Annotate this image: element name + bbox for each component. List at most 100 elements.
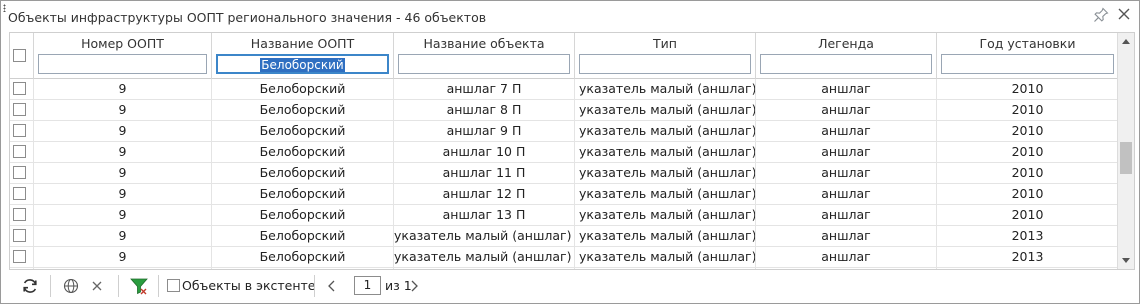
row-select-cell — [10, 205, 34, 226]
row-checkbox[interactable] — [13, 250, 26, 263]
row-checkbox[interactable] — [13, 82, 26, 95]
cell-name: Белоборский — [212, 205, 394, 226]
cell-type: указатель малый (аншлаг) ... — [575, 163, 756, 184]
row-select-cell — [10, 79, 34, 100]
row-checkbox[interactable] — [13, 229, 26, 242]
table-row[interactable]: 9 Белоборский аншлаг 10 Пуказатель малый (… — [10, 142, 1118, 163]
row-checkbox[interactable] — [13, 124, 26, 137]
column-header-legend[interactable]: Легенда — [756, 33, 937, 79]
column-header-num[interactable]: Номер ООПТ — [34, 33, 212, 79]
filter-input-num[interactable] — [38, 54, 207, 74]
select-all-cell — [10, 33, 34, 79]
cell-name: Белоборский — [212, 142, 394, 163]
select-all-checkbox[interactable] — [13, 49, 26, 62]
cell-type: указатель малый (аншлаг) ... — [575, 100, 756, 121]
column-header-name[interactable]: Название ООПТ Белоборский — [212, 33, 394, 79]
toolbar-separator — [158, 275, 159, 297]
cell-num: 9 — [34, 121, 212, 142]
column-header-type[interactable]: Тип — [575, 33, 756, 79]
table-row[interactable]: 9 Белоборский аншлаг 13 Пуказатель малый (… — [10, 205, 1118, 226]
table-row[interactable]: 9 Белоборский аншлаг 8 Пуказатель малый (а… — [10, 100, 1118, 121]
row-checkbox[interactable] — [13, 208, 26, 221]
cell-legend: аншлаг — [756, 163, 937, 184]
close-icon[interactable] — [1115, 5, 1133, 23]
toolbar-separator — [118, 275, 119, 297]
next-page-icon[interactable] — [407, 275, 421, 297]
filter-input-object[interactable] — [398, 54, 570, 74]
cell-name: Белоборский — [212, 184, 394, 205]
cell-year: 2010 — [1011, 186, 1044, 201]
cell-type: указатель малый (аншлаг) ... — [575, 184, 756, 205]
pin-icon[interactable] — [1093, 7, 1109, 23]
cell-legend: аншлаг — [756, 121, 937, 142]
close-icon[interactable] — [86, 275, 108, 297]
column-label: Год установки — [979, 36, 1076, 51]
cell-legend: аншлаг — [756, 205, 937, 226]
filter-input-type[interactable] — [579, 54, 751, 74]
bottom-toolbar: Объекты в экстенте 1 из 1 — [9, 271, 1135, 301]
row-checkbox[interactable] — [13, 145, 26, 158]
cell-year: 2010 — [1011, 123, 1044, 138]
cell-num: 9 — [34, 268, 212, 269]
column-header-year[interactable]: Год установки — [937, 33, 1118, 79]
globe-icon[interactable] — [60, 275, 82, 297]
table-row[interactable]: 9 Белоборский аншлаг 11 Пуказатель малый (… — [10, 163, 1118, 184]
column-label: Название ООПТ — [250, 36, 355, 51]
scroll-down-icon[interactable] — [1122, 258, 1130, 263]
cell-year: 2013 — [1011, 249, 1044, 264]
row-select-cell — [10, 142, 34, 163]
row-select-cell — [10, 184, 34, 205]
row-checkbox[interactable] — [13, 166, 26, 179]
cell-type: указатель малый (аншлаг) ... — [575, 268, 756, 269]
cell-name: Белоборский — [212, 79, 394, 100]
cell-object: указатель малый (аншлаг) ... — [394, 247, 575, 268]
cell-name: Белоборский — [212, 247, 394, 268]
cell-object: аншлаг 8 П — [394, 100, 575, 121]
title-bar[interactable]: Объекты инфраструктуры ООПТ региональног… — [1, 1, 1139, 31]
page-number-input[interactable]: 1 — [354, 276, 381, 295]
cell-type: указатель малый (аншлаг) ... — [575, 79, 756, 100]
cell-type: указатель малый (аншлаг) ... — [575, 247, 756, 268]
extent-label: Объекты в экстенте — [182, 278, 316, 293]
row-select-cell — [10, 163, 34, 184]
cell-object: аншлаг 10 П — [394, 142, 575, 163]
column-label: Легенда — [818, 36, 874, 51]
row-select-cell — [10, 100, 34, 121]
cell-name: Белоборский — [212, 121, 394, 142]
column-label: Номер ООПТ — [81, 36, 164, 51]
refresh-icon[interactable] — [19, 275, 41, 297]
table-row[interactable]: 9 Белоборский аншлаг 12 Пуказатель малый (… — [10, 184, 1118, 205]
row-select-cell — [10, 121, 34, 142]
cell-legend: аншлаг — [756, 184, 937, 205]
table-row[interactable]: 9Белоборскийуказатель малый (аншлаг) ...… — [10, 247, 1118, 268]
scroll-up-icon[interactable] — [1122, 39, 1130, 44]
cell-year: 2013 — [937, 268, 1118, 269]
table-row[interactable]: 9Белоборскийуказатель малый (аншлаг) ...… — [10, 268, 1118, 269]
cell-object: аншлаг 9 П — [394, 121, 575, 142]
extent-checkbox[interactable] — [167, 279, 180, 292]
cell-num: 9 — [34, 184, 212, 205]
table-row[interactable]: 9Белоборскийуказатель малый (аншлаг) ...… — [10, 226, 1118, 247]
cell-object: указатель малый (аншлаг) ... — [394, 268, 575, 269]
filter-input-legend[interactable] — [760, 54, 932, 74]
cell-legend: аншлаг — [756, 247, 937, 268]
cell-name: Белоборский — [212, 226, 394, 247]
table-row[interactable]: 9 Белоборский аншлаг 9 Пуказатель малый (а… — [10, 121, 1118, 142]
previous-page-icon[interactable] — [325, 275, 339, 297]
scrollbar-thumb[interactable] — [1120, 142, 1132, 174]
row-checkbox[interactable] — [13, 103, 26, 116]
row-select-cell — [10, 247, 34, 268]
vertical-scrollbar[interactable] — [1117, 33, 1134, 269]
cell-name: Белоборский — [212, 268, 394, 269]
table-row[interactable]: 9 Белоборский аншлаг 7 Пуказатель малый (а… — [10, 79, 1118, 100]
toolbar-separator — [50, 275, 51, 297]
drag-grip-icon[interactable] — [3, 4, 6, 12]
filter-input-name[interactable]: Белоборский — [216, 54, 389, 74]
filter-input-year[interactable] — [941, 54, 1114, 74]
column-header-object[interactable]: Название объекта — [394, 33, 575, 79]
row-checkbox[interactable] — [13, 187, 26, 200]
filter-icon[interactable] — [128, 275, 150, 297]
cell-year: 2010 — [1011, 207, 1044, 222]
cell-num: 9 — [34, 247, 212, 268]
cell-year: 2010 — [1011, 81, 1044, 96]
